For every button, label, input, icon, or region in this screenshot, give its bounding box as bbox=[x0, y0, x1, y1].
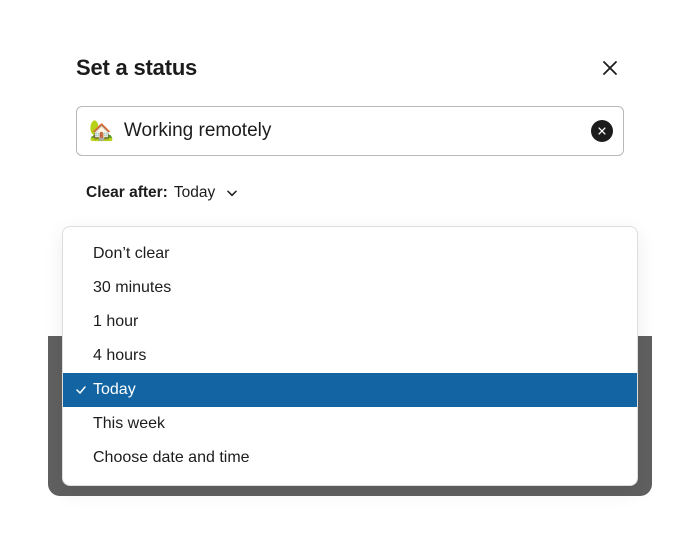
dropdown-option-label: Choose date and time bbox=[93, 449, 250, 467]
dropdown-option[interactable]: Don’t clear bbox=[63, 237, 637, 271]
clear-after-dropdown-menu: Don’t clear 30 minutes 1 hour 4 hours Today T… bbox=[62, 226, 638, 486]
status-text-input[interactable] bbox=[124, 120, 581, 142]
status-emoji-icon[interactable]: 🏡 bbox=[89, 121, 114, 141]
dropdown-option-label: 1 hour bbox=[93, 313, 138, 331]
dropdown-option-label: 4 hours bbox=[93, 347, 146, 365]
dropdown-option[interactable]: Choose date and time bbox=[63, 441, 637, 475]
close-button[interactable] bbox=[596, 54, 624, 82]
modal-header: Set a status bbox=[76, 54, 624, 82]
dropdown-option[interactable]: This week bbox=[63, 407, 637, 441]
dropdown-option-label: Today bbox=[93, 381, 136, 399]
x-icon bbox=[597, 126, 607, 136]
clear-after-label: Clear after: bbox=[86, 184, 168, 202]
clear-after-dropdown-trigger[interactable]: Clear after: Today bbox=[76, 184, 239, 202]
dropdown-option-label: 30 minutes bbox=[93, 279, 171, 297]
set-status-modal: Set a status 🏡 Clear after: Today bbox=[48, 30, 652, 230]
dropdown-option[interactable]: 1 hour bbox=[63, 305, 637, 339]
clear-after-value: Today bbox=[174, 184, 215, 202]
dropdown-option-label: This week bbox=[93, 415, 165, 433]
close-icon bbox=[601, 59, 619, 77]
clear-status-button[interactable] bbox=[591, 120, 613, 142]
dropdown-option[interactable]: Today bbox=[63, 373, 637, 407]
dropdown-option[interactable]: 30 minutes bbox=[63, 271, 637, 305]
check-icon bbox=[75, 384, 87, 396]
dropdown-option-label: Don’t clear bbox=[93, 245, 169, 263]
status-input-container[interactable]: 🏡 bbox=[76, 106, 624, 156]
chevron-down-icon bbox=[225, 186, 239, 200]
dropdown-option[interactable]: 4 hours bbox=[63, 339, 637, 373]
modal-title: Set a status bbox=[76, 55, 197, 81]
